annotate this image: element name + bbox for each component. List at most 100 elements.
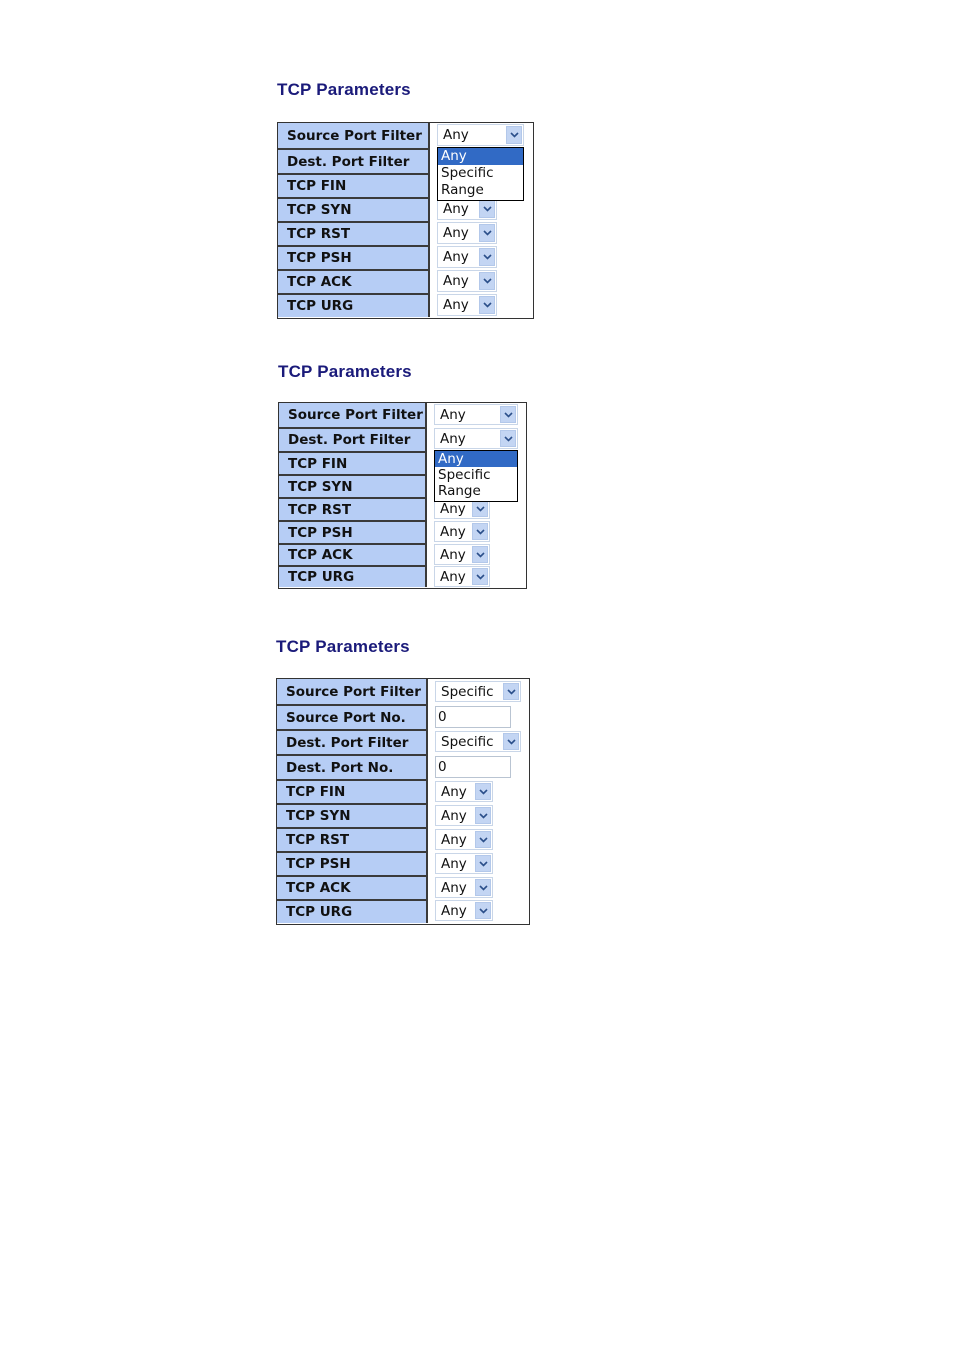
row-label: Dest. Port No. (277, 754, 428, 779)
chevron-down-icon[interactable] (475, 783, 491, 800)
dest-port-filter-select[interactable]: Specific (435, 731, 521, 752)
select-value: Any (440, 430, 466, 447)
row-label: Source Port Filter (278, 123, 430, 148)
dest-port-no-input[interactable]: 0 (435, 756, 511, 778)
panel-2-title: TCP Parameters (278, 362, 412, 381)
row-label: TCP ACK (277, 875, 428, 899)
chevron-down-icon[interactable] (503, 683, 519, 700)
source-port-filter-select[interactable]: Any (434, 404, 518, 425)
row-label: TCP URG (277, 899, 428, 923)
dropdown-option[interactable]: Specific (435, 467, 517, 483)
chevron-down-icon[interactable] (503, 733, 519, 750)
source-port-filter-select[interactable]: Specific (435, 681, 521, 702)
chevron-down-icon[interactable] (475, 831, 491, 848)
select-value: Any (440, 523, 466, 540)
select-value: Any (443, 225, 469, 241)
dropdown-option[interactable]: Range (435, 483, 517, 499)
select-value: Any (441, 807, 467, 824)
row-label: Dest. Port Filter (277, 729, 428, 754)
source-port-filter-dropdown: Any Specific Range (437, 147, 524, 201)
dest-port-filter-dropdown: Any Specific Range (434, 450, 518, 502)
panel-1-title: TCP Parameters (277, 80, 411, 99)
tcp-syn-select[interactable]: Any (435, 805, 493, 826)
chevron-down-icon[interactable] (475, 855, 491, 872)
tcp-ack-select[interactable]: Any (434, 544, 490, 565)
select-value: Any (441, 783, 467, 800)
source-port-no-input[interactable]: 0 (435, 706, 511, 728)
row-label: TCP PSH (277, 851, 428, 875)
chevron-down-icon[interactable] (472, 523, 488, 540)
row-label: TCP RST (278, 221, 430, 245)
row-label: Source Port Filter (277, 679, 428, 704)
tcp-rst-select[interactable]: Any (435, 829, 493, 850)
chevron-down-icon[interactable] (479, 200, 495, 218)
row-label: TCP URG (279, 565, 427, 587)
select-value: Any (443, 297, 469, 313)
tcp-fin-select[interactable]: Any (435, 781, 493, 802)
chevron-down-icon[interactable] (479, 296, 495, 314)
chevron-down-icon[interactable] (475, 807, 491, 824)
tcp-urg-select[interactable]: Any (434, 566, 490, 587)
row-label: TCP URG (278, 293, 430, 317)
chevron-down-icon[interactable] (479, 224, 495, 242)
tcp-psh-select[interactable]: Any (434, 521, 490, 542)
row-label: Dest. Port Filter (279, 427, 427, 451)
dropdown-option[interactable]: Range (438, 182, 523, 199)
dropdown-option[interactable]: Specific (438, 165, 523, 182)
tcp-urg-select[interactable]: Any (437, 294, 497, 316)
row-label: Source Port No. (277, 704, 428, 729)
row-label: Source Port Filter (279, 403, 427, 427)
chevron-down-icon[interactable] (475, 902, 491, 919)
tcp-urg-select[interactable]: Any (435, 900, 493, 921)
panel-1-table: Source Port Filter Any Dest. Port Filter… (277, 122, 534, 319)
row-label: TCP FIN (279, 451, 427, 474)
chevron-down-icon[interactable] (472, 500, 488, 517)
select-value: Any (440, 546, 466, 563)
dest-port-filter-select[interactable]: Any (434, 428, 518, 449)
chevron-down-icon[interactable] (479, 248, 495, 266)
select-value: Any (441, 831, 467, 848)
row-label: TCP RST (277, 827, 428, 851)
tcp-syn-select[interactable]: Any (437, 198, 497, 220)
row-label: TCP PSH (278, 245, 430, 269)
chevron-down-icon[interactable] (500, 406, 516, 423)
row-label: TCP RST (279, 497, 427, 520)
chevron-down-icon[interactable] (479, 272, 495, 290)
select-value: Any (443, 201, 469, 217)
chevron-down-icon[interactable] (506, 126, 522, 144)
row-label: Dest. Port Filter (278, 148, 430, 173)
select-value: Any (440, 568, 466, 585)
tcp-psh-select[interactable]: Any (437, 246, 497, 268)
panel-3-table: Source Port Filter Specific Source Port … (276, 678, 530, 925)
chevron-down-icon[interactable] (500, 430, 516, 447)
row-label: TCP SYN (278, 197, 430, 221)
row-label: TCP ACK (278, 269, 430, 293)
panel-2-table: Source Port Filter Any Dest. Port Filter… (278, 402, 527, 589)
select-value: Any (441, 902, 467, 919)
row-label: TCP SYN (279, 474, 427, 497)
chevron-down-icon[interactable] (472, 568, 488, 585)
select-value: Any (443, 249, 469, 265)
row-label: TCP PSH (279, 520, 427, 543)
chevron-down-icon[interactable] (475, 879, 491, 896)
select-value: Any (440, 406, 466, 423)
row-label: TCP SYN (277, 803, 428, 827)
dropdown-option[interactable]: Any (438, 148, 523, 165)
select-value: Any (441, 879, 467, 896)
tcp-ack-select[interactable]: Any (435, 877, 493, 898)
tcp-psh-select[interactable]: Any (435, 853, 493, 874)
row-label: TCP ACK (279, 543, 427, 565)
row-label: TCP FIN (277, 779, 428, 803)
select-value: Any (443, 127, 469, 143)
select-value: Any (441, 855, 467, 872)
chevron-down-icon[interactable] (472, 546, 488, 563)
tcp-ack-select[interactable]: Any (437, 270, 497, 292)
tcp-rst-select[interactable]: Any (437, 222, 497, 244)
select-value: Specific (441, 733, 494, 750)
source-port-filter-select[interactable]: Any (437, 124, 524, 146)
dropdown-option[interactable]: Any (435, 451, 517, 467)
select-value: Any (440, 500, 466, 517)
select-value: Any (443, 273, 469, 289)
panel-3-title: TCP Parameters (276, 637, 410, 656)
select-value: Specific (441, 683, 494, 700)
